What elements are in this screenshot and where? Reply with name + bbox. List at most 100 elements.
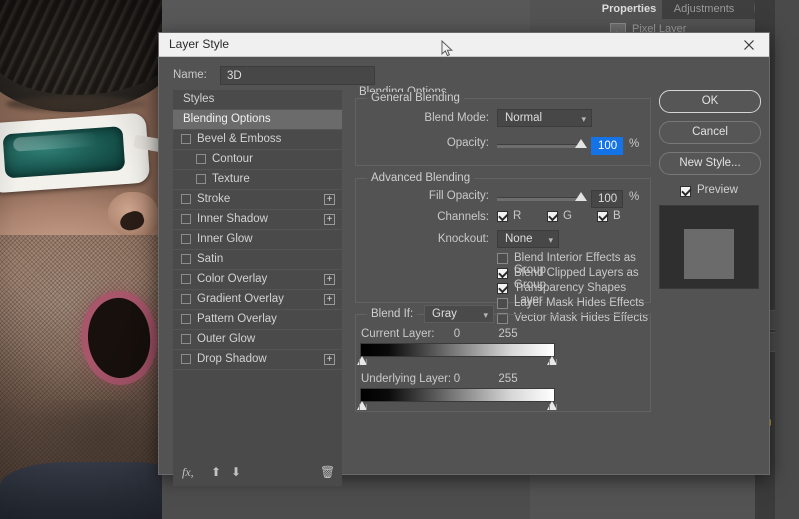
- preview-label: Preview: [697, 184, 738, 196]
- add-effect-icon[interactable]: +: [324, 354, 335, 365]
- style-list-item-label: Contour: [212, 150, 253, 169]
- style-enable-checkbox[interactable]: [181, 234, 191, 244]
- preview-swatch: [659, 205, 759, 289]
- close-icon[interactable]: [729, 33, 769, 56]
- preview-checkbox[interactable]: [680, 186, 691, 197]
- screenshot-root: ▶ ▮ Properties Adjustments Libraries Pix…: [0, 0, 799, 519]
- layer-style-dialog: Layer Style Name: 3D StylesBlending Opti…: [158, 32, 770, 475]
- channel-label-r: R: [513, 210, 521, 222]
- style-enable-checkbox[interactable]: [181, 314, 191, 324]
- blending-options-pane: Blending Options General Blending Blend …: [351, 90, 651, 460]
- style-list-item-label: Satin: [197, 250, 223, 269]
- opacity-slider-thumb[interactable]: [575, 139, 587, 148]
- current-layer-max: 255: [495, 328, 521, 340]
- style-enable-checkbox[interactable]: [181, 254, 191, 264]
- style-list-item[interactable]: Styles: [173, 90, 342, 110]
- blend-if-label: Blend If:: [367, 308, 417, 320]
- advanced-option-checkbox[interactable]: [497, 283, 508, 294]
- styles-list[interactable]: StylesBlending OptionsBevel & EmbossCont…: [173, 90, 342, 460]
- style-list-item[interactable]: Blending Options: [173, 110, 342, 130]
- dialog-titlebar[interactable]: Layer Style: [159, 33, 769, 57]
- style-list-item[interactable]: Pattern Overlay: [173, 310, 342, 330]
- style-list-item-label: Styles: [183, 90, 214, 109]
- channel-label-b: B: [613, 210, 621, 222]
- style-list-item-label: Bevel & Emboss: [197, 130, 281, 149]
- knockout-select[interactable]: None ▾: [497, 230, 559, 248]
- style-enable-checkbox[interactable]: [181, 334, 191, 344]
- trash-icon[interactable]: 🗑: [320, 465, 335, 479]
- blend-if-channel-value: Gray: [432, 308, 457, 320]
- opacity-slider-track[interactable]: [497, 144, 583, 148]
- fx-icon[interactable]: fx,: [182, 465, 194, 480]
- style-enable-checkbox[interactable]: [181, 274, 191, 284]
- advanced-option-checkbox[interactable]: [497, 268, 508, 279]
- fill-opacity-slider-track[interactable]: [497, 197, 583, 201]
- style-list-item[interactable]: Inner Shadow+: [173, 210, 342, 230]
- blend-mode-select[interactable]: Normal ▾: [497, 109, 592, 127]
- channel-checkbox-b[interactable]: [597, 211, 608, 222]
- style-list-item-label: Blending Options: [183, 110, 271, 129]
- channel-checkbox-r[interactable]: [497, 211, 508, 222]
- fill-opacity-input[interactable]: 100: [591, 190, 623, 208]
- name-row: Name: 3D: [173, 66, 493, 86]
- underlying-layer-white-handle[interactable]: [547, 401, 557, 410]
- opacity-input[interactable]: 100: [591, 137, 623, 155]
- style-list-item[interactable]: Texture: [173, 170, 342, 190]
- style-list-item[interactable]: Inner Glow: [173, 230, 342, 250]
- advanced-option-checkbox[interactable]: [497, 253, 508, 264]
- current-layer-gradient[interactable]: [360, 343, 555, 357]
- preview-row: Preview: [659, 183, 759, 201]
- arrow-up-icon[interactable]: ⬆: [211, 465, 221, 479]
- add-effect-icon[interactable]: +: [324, 214, 335, 225]
- add-effect-icon[interactable]: +: [324, 194, 335, 205]
- style-list-item[interactable]: Bevel & Emboss: [173, 130, 342, 150]
- styles-list-footer: fx, ⬆ ⬇ 🗑: [173, 460, 342, 486]
- current-layer-white-handle[interactable]: [547, 356, 557, 365]
- style-list-item[interactable]: Gradient Overlay+: [173, 290, 342, 310]
- blend-mode-label: Blend Mode:: [389, 112, 489, 124]
- right-outer-column: [775, 0, 799, 519]
- style-list-item[interactable]: Color Overlay +: [173, 270, 342, 290]
- channel-checkbox-g[interactable]: [547, 211, 558, 222]
- blend-mode-value: Normal: [505, 112, 542, 124]
- style-enable-checkbox[interactable]: [181, 134, 191, 144]
- style-enable-checkbox[interactable]: [181, 354, 191, 364]
- blend-if-channel-select[interactable]: Gray ▾: [424, 305, 494, 323]
- advanced-blending-title: Advanced Blending: [367, 172, 474, 184]
- style-list-item-label: Pattern Overlay: [197, 310, 277, 329]
- style-list-item[interactable]: Drop Shadow +: [173, 350, 342, 370]
- tab-adjustments[interactable]: Adjustments: [666, 0, 742, 19]
- style-list-item[interactable]: Stroke+: [173, 190, 342, 210]
- style-enable-checkbox[interactable]: [181, 214, 191, 224]
- advanced-option-label: Layer Mask Hides Effects: [514, 297, 644, 309]
- style-list-item[interactable]: Outer Glow: [173, 330, 342, 350]
- cancel-button[interactable]: Cancel: [659, 121, 761, 144]
- style-enable-checkbox[interactable]: [181, 294, 191, 304]
- arrow-down-icon[interactable]: ⬇: [231, 465, 241, 479]
- fill-opacity-slider-thumb[interactable]: [575, 192, 587, 201]
- underlying-layer-black-handle[interactable]: [357, 401, 367, 410]
- advanced-option-checkbox[interactable]: [497, 298, 508, 309]
- style-enable-checkbox[interactable]: [196, 174, 206, 184]
- style-list-item[interactable]: Contour: [173, 150, 342, 170]
- add-effect-icon[interactable]: +: [324, 294, 335, 305]
- style-enable-checkbox[interactable]: [181, 194, 191, 204]
- style-list-item-label: Drop Shadow: [197, 350, 267, 369]
- add-effect-icon[interactable]: +: [324, 274, 335, 285]
- channel-label-g: G: [563, 210, 572, 222]
- current-layer-label: Current Layer:: [361, 328, 451, 340]
- style-enable-checkbox[interactable]: [196, 154, 206, 164]
- underlying-layer-gradient[interactable]: [360, 388, 555, 402]
- ok-button[interactable]: OK: [659, 90, 761, 113]
- chevron-down-icon: ▾: [548, 231, 553, 249]
- style-list-item-label: Texture: [212, 170, 250, 189]
- current-layer-black-handle[interactable]: [357, 356, 367, 365]
- chevron-down-icon: ▾: [581, 110, 586, 128]
- tab-properties[interactable]: Properties: [596, 0, 662, 19]
- style-list-item-label: Color Overlay: [197, 270, 267, 289]
- underlying-layer-label: Underlying Layer:: [361, 373, 461, 385]
- style-list-item[interactable]: Satin: [173, 250, 342, 270]
- name-input[interactable]: 3D: [220, 66, 375, 85]
- new-style-button[interactable]: New Style...: [659, 152, 761, 175]
- name-label: Name:: [173, 69, 207, 81]
